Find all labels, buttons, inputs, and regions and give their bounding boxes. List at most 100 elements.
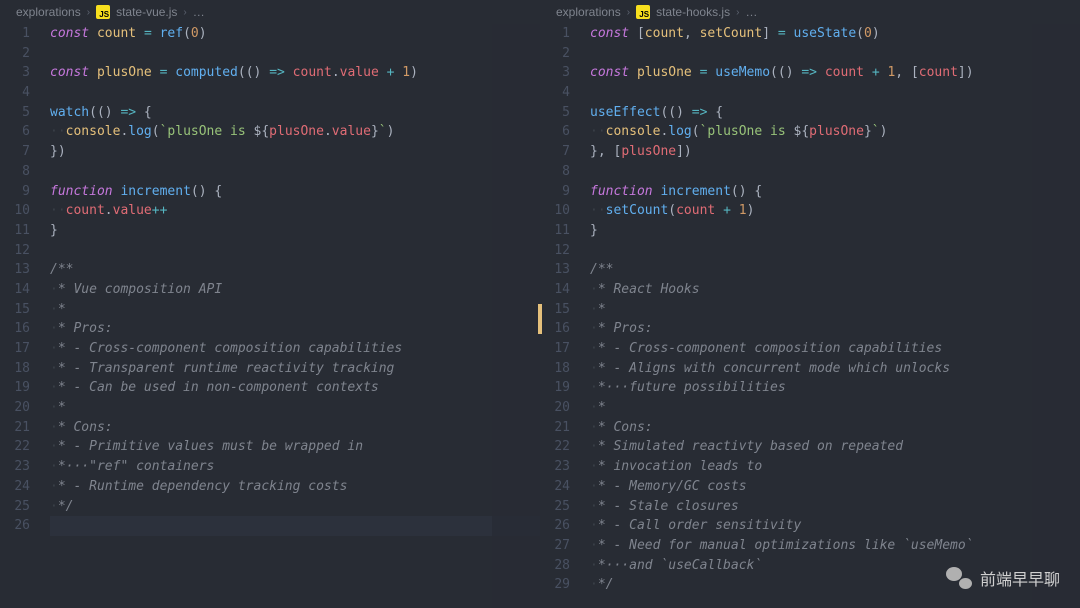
line-number: 22	[540, 437, 570, 457]
breadcrumb-trail[interactable]: …	[745, 5, 757, 19]
code-line[interactable]: ·* - Cross-component composition capabil…	[50, 339, 540, 359]
code-line[interactable]: ·* Cons:	[590, 418, 1080, 438]
code-line[interactable]: ·* Simulated reactivty based on repeated	[590, 437, 1080, 457]
code-line[interactable]: const [count, setCount] = useState(0)	[590, 24, 1080, 44]
code-line[interactable]: ·* invocation leads to	[590, 457, 1080, 477]
code-line[interactable]: function increment() {	[590, 182, 1080, 202]
minimap[interactable]	[1032, 24, 1080, 608]
chevron-right-icon: ›	[87, 7, 90, 18]
line-number: 29	[540, 575, 570, 595]
code-line[interactable]: ··setCount(count + 1)	[590, 201, 1080, 221]
code-line[interactable]: ·* Pros:	[590, 319, 1080, 339]
line-number: 1	[540, 24, 570, 44]
line-number: 3	[540, 63, 570, 83]
line-number: 23	[0, 457, 30, 477]
code-line[interactable]: ·* - Cross-component composition capabil…	[590, 339, 1080, 359]
code-line[interactable]	[50, 241, 540, 261]
code-line[interactable]: ·*	[590, 300, 1080, 320]
breadcrumb-folder[interactable]: explorations	[556, 5, 621, 19]
code-line[interactable]: }, [plusOne])	[590, 142, 1080, 162]
code-content[interactable]: const count = ref(0) const plusOne = com…	[50, 24, 540, 608]
code-line[interactable]: ·* - Call order sensitivity	[590, 516, 1080, 536]
line-number: 4	[540, 83, 570, 103]
code-line[interactable]: watch(() => {	[50, 103, 540, 123]
code-line[interactable]	[50, 83, 540, 103]
line-number: 9	[0, 182, 30, 202]
line-number: 26	[540, 516, 570, 536]
code-line[interactable]: /**	[590, 260, 1080, 280]
breadcrumb-file[interactable]: state-hooks.js	[656, 5, 730, 19]
code-line[interactable]: })	[50, 142, 540, 162]
code-line[interactable]: const plusOne = computed(() => count.val…	[50, 63, 540, 83]
line-gutter: 1234567891011121314151617181920212223242…	[0, 24, 50, 608]
code-line[interactable]: }	[50, 221, 540, 241]
line-gutter: 1234567891011121314151617181920212223242…	[540, 24, 590, 608]
code-line[interactable]	[50, 516, 540, 536]
code-line[interactable]: ·*	[590, 398, 1080, 418]
line-number: 23	[540, 457, 570, 477]
breadcrumb-folder[interactable]: explorations	[16, 5, 81, 19]
line-number: 16	[540, 319, 570, 339]
code-line[interactable]: const plusOne = useMemo(() => count + 1,…	[590, 63, 1080, 83]
code-line[interactable]: ·* - Can be used in non-component contex…	[50, 378, 540, 398]
line-number: 12	[540, 241, 570, 261]
breadcrumb-trail[interactable]: …	[193, 5, 205, 19]
code-line[interactable]	[50, 162, 540, 182]
code-line[interactable]: ·* - Stale closures	[590, 497, 1080, 517]
code-line[interactable]: ·* React Hooks	[590, 280, 1080, 300]
code-line[interactable]: }	[590, 221, 1080, 241]
code-line[interactable]	[590, 241, 1080, 261]
code-line[interactable]: const count = ref(0)	[50, 24, 540, 44]
code-line[interactable]: ·* - Need for manual optimizations like …	[590, 536, 1080, 556]
code-line[interactable]: ·* - Primitive values must be wrapped in	[50, 437, 540, 457]
line-number: 24	[540, 477, 570, 497]
line-number: 11	[0, 221, 30, 241]
line-number: 27	[540, 536, 570, 556]
code-line[interactable]: ··count.value++	[50, 201, 540, 221]
line-number: 25	[540, 497, 570, 517]
code-line[interactable]: ·* - Transparent runtime reactivity trac…	[50, 359, 540, 379]
code-line[interactable]: useEffect(() => {	[590, 103, 1080, 123]
line-number: 2	[0, 44, 30, 64]
code-line[interactable]: ·*/	[50, 497, 540, 517]
line-number: 8	[540, 162, 570, 182]
code-line[interactable]: ·* Vue composition API	[50, 280, 540, 300]
breadcrumb[interactable]: explorations › JS state-vue.js › …	[0, 0, 540, 24]
line-number: 2	[540, 44, 570, 64]
code-line[interactable]: ·*	[50, 300, 540, 320]
line-number: 21	[0, 418, 30, 438]
code-content[interactable]: const [count, setCount] = useState(0) co…	[590, 24, 1080, 608]
code-line[interactable]: ·* - Memory/GC costs	[590, 477, 1080, 497]
breadcrumb-file[interactable]: state-vue.js	[116, 5, 177, 19]
line-number: 14	[0, 280, 30, 300]
line-number: 22	[0, 437, 30, 457]
minimap[interactable]	[492, 24, 540, 608]
breadcrumb[interactable]: explorations › JS state-hooks.js › …	[540, 0, 1080, 24]
code-line[interactable]	[590, 83, 1080, 103]
line-number: 24	[0, 477, 30, 497]
code-line[interactable]	[50, 44, 540, 64]
code-line[interactable]	[590, 162, 1080, 182]
code-line[interactable]: ·* Pros:	[50, 319, 540, 339]
line-number: 17	[540, 339, 570, 359]
code-line[interactable]: ·*···"ref" containers	[50, 457, 540, 477]
code-editor-left[interactable]: 1234567891011121314151617181920212223242…	[0, 24, 540, 608]
code-line[interactable]: ··console.log(`plusOne is ${plusOne}`)	[590, 122, 1080, 142]
js-file-icon: JS	[636, 5, 650, 19]
line-number: 19	[0, 378, 30, 398]
line-number: 21	[540, 418, 570, 438]
line-number: 13	[0, 260, 30, 280]
code-line[interactable]: ·* - Runtime dependency tracking costs	[50, 477, 540, 497]
split-handle[interactable]	[538, 304, 542, 334]
code-line[interactable]: ·*···future possibilities	[590, 378, 1080, 398]
line-number: 3	[0, 63, 30, 83]
code-line[interactable]: ·* Cons:	[50, 418, 540, 438]
code-line[interactable]	[590, 44, 1080, 64]
code-line[interactable]: ·*	[50, 398, 540, 418]
code-line[interactable]: function increment() {	[50, 182, 540, 202]
chevron-right-icon: ›	[627, 7, 630, 18]
code-line[interactable]: /**	[50, 260, 540, 280]
code-line[interactable]: ··console.log(`plusOne is ${plusOne.valu…	[50, 122, 540, 142]
code-editor-right[interactable]: 1234567891011121314151617181920212223242…	[540, 24, 1080, 608]
code-line[interactable]: ·* - Aligns with concurrent mode which u…	[590, 359, 1080, 379]
